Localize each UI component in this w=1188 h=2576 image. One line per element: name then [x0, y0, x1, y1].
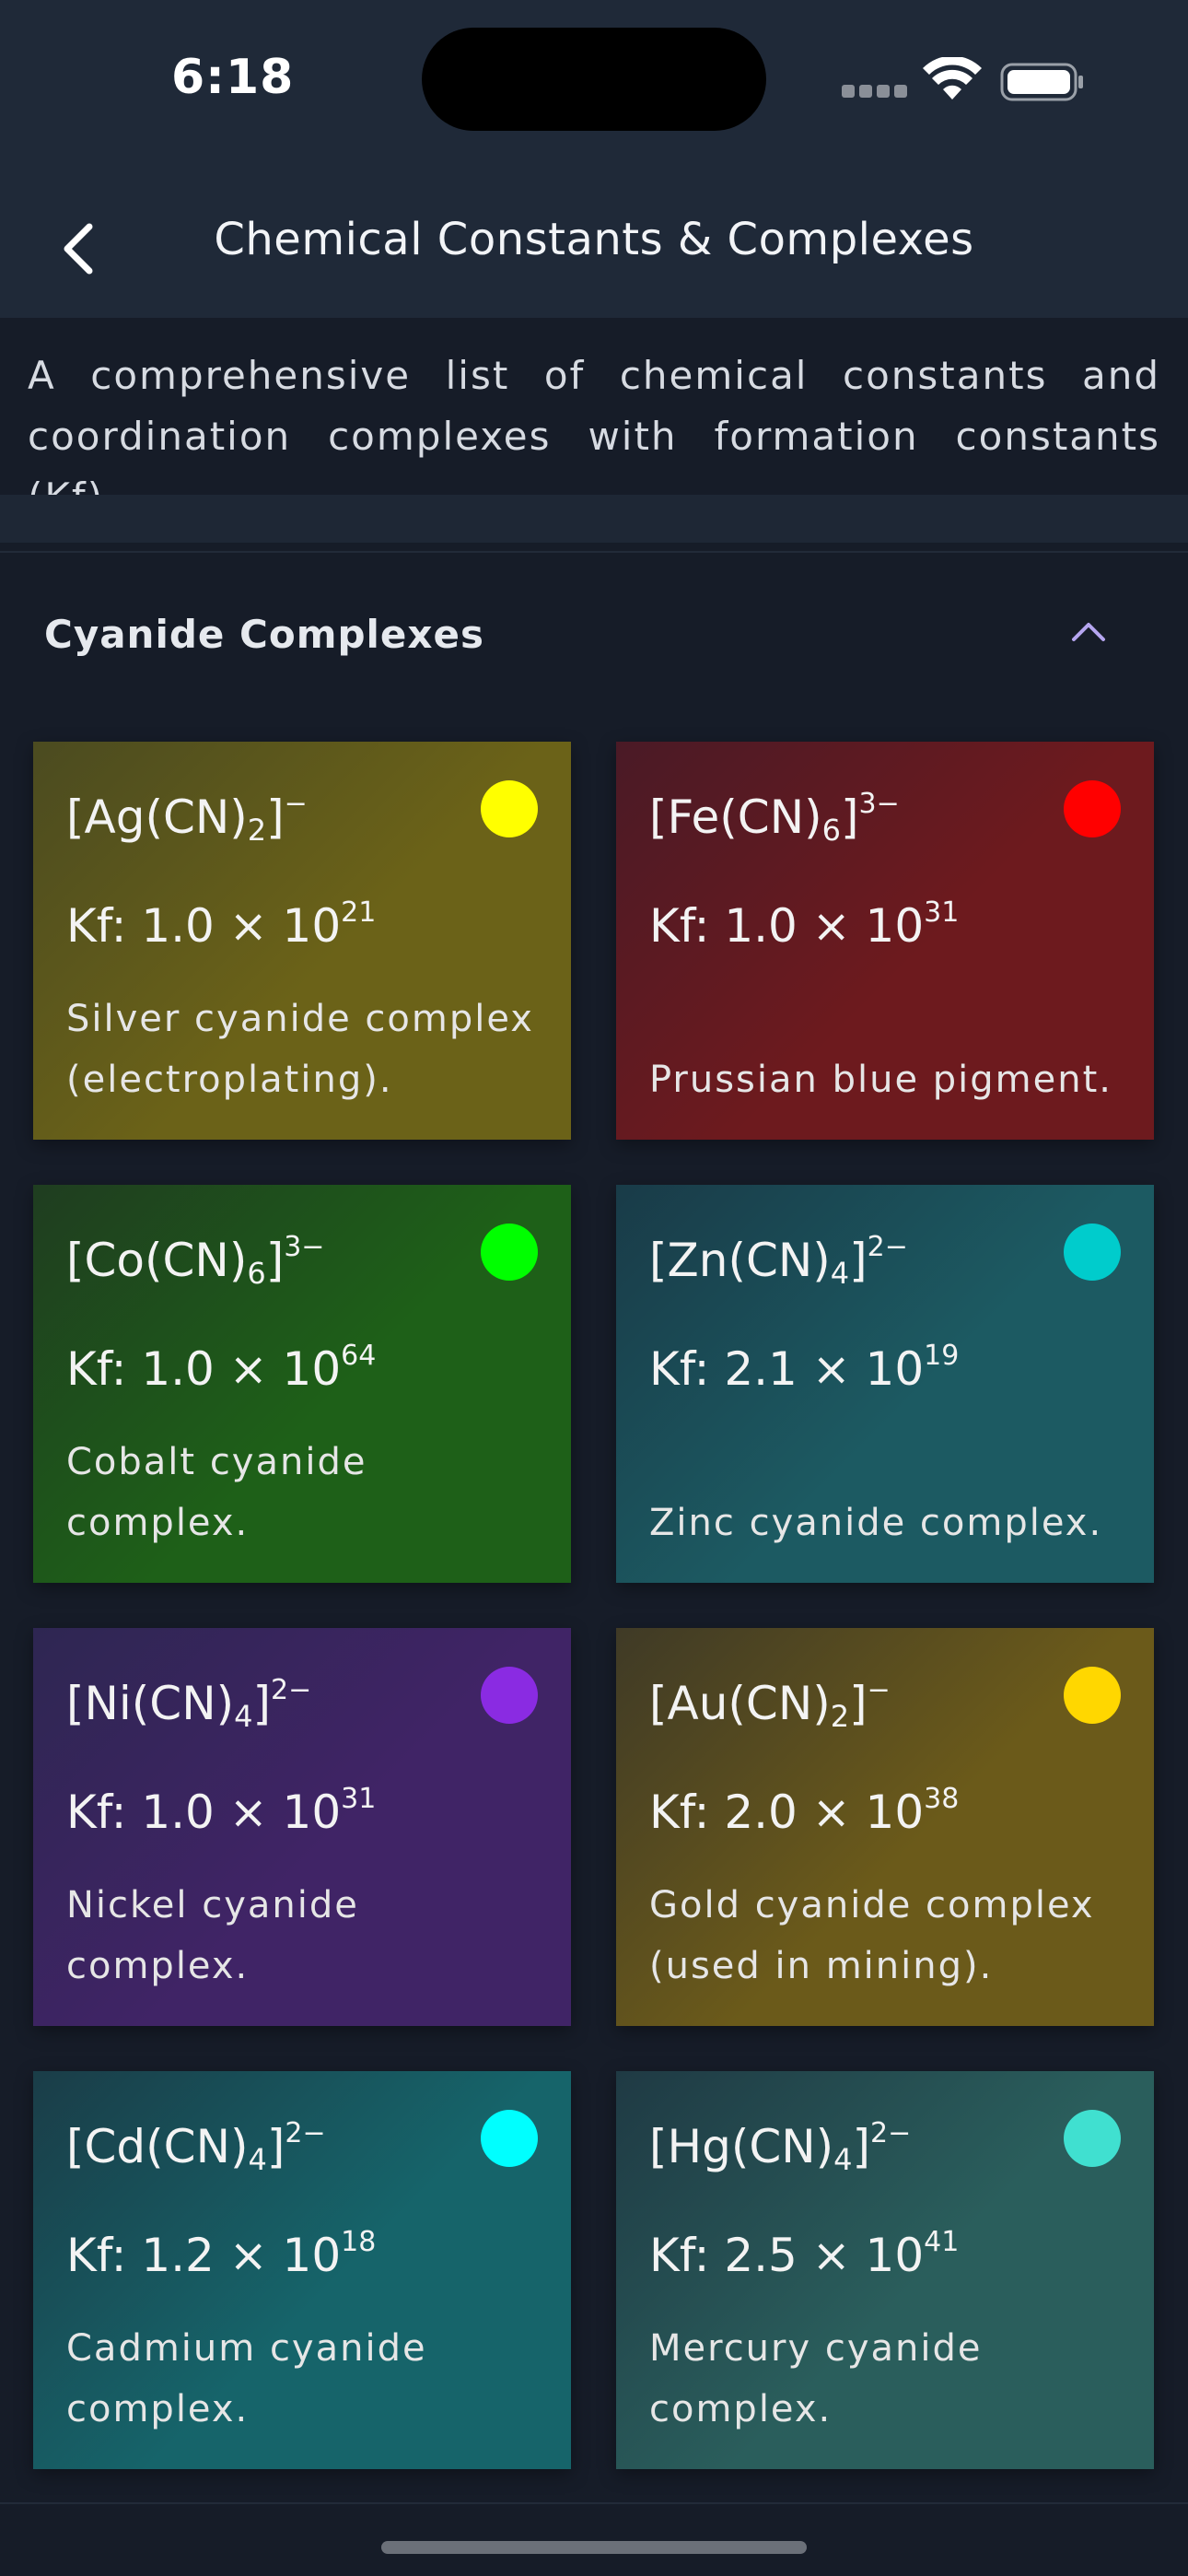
kf-exponent: 31: [341, 1783, 377, 1815]
kf-exponent: 21: [341, 896, 377, 929]
ligand-count: 6: [821, 813, 841, 848]
kf-exponent: 41: [924, 2226, 960, 2258]
kf-exponent: 31: [924, 896, 960, 929]
complex-description: Zinc cyanide complex.: [649, 1502, 1103, 1544]
dynamic-island: [422, 28, 766, 131]
complex-formula: [Ag(CN)2]−: [66, 788, 308, 848]
ligand-count: 4: [248, 2142, 267, 2177]
complex-charge: −: [867, 1674, 891, 1706]
formation-constant: Kf: 1.0 × 1021: [66, 896, 377, 953]
kf-exponent: 64: [341, 1340, 377, 1372]
page-title: Chemical Constants & Complexes: [214, 214, 974, 265]
battery-icon: [1000, 63, 1083, 101]
chevron-up-icon[interactable]: [1066, 610, 1111, 654]
complex-formula: [Zn(CN)4]2−: [649, 1231, 908, 1291]
status-bar: 6:18: [0, 0, 1188, 175]
complex-description: Nickel cyanide complex.: [66, 1884, 359, 1987]
ligand-count: 4: [830, 1256, 850, 1291]
description-panel: A comprehensive list of chemical constan…: [0, 318, 1188, 520]
complex-charge: 3−: [858, 788, 900, 820]
color-indicator-dot: [481, 1667, 538, 1724]
complex-description: Cobalt cyanide complex.: [66, 1441, 367, 1544]
divider: [0, 495, 1188, 543]
complex-card-co[interactable]: [Co(CN)6]3− Kf: 1.0 × 1064 Cobalt cyanide …: [33, 1185, 571, 1583]
wifi-icon: [923, 57, 982, 100]
complex-card-hg[interactable]: [Hg(CN)4]2− Kf: 2.5 × 1041 Mercury cyanide…: [616, 2071, 1154, 2469]
home-indicator[interactable]: [381, 2541, 807, 2554]
divider-line: [0, 2502, 1188, 2504]
app-header: Chemical Constants & Complexes: [0, 175, 1188, 318]
complex-charge: 3−: [284, 1231, 325, 1263]
complex-charge: 2−: [867, 1231, 908, 1263]
complex-charge: 2−: [271, 1674, 312, 1706]
complex-card-fe[interactable]: [Fe(CN)6]3− Kf: 1.0 × 1031 Prussian blue p…: [616, 742, 1154, 1140]
complex-card-ni[interactable]: [Ni(CN)4]2− Kf: 1.0 × 1031 Nickel cyanide …: [33, 1628, 571, 2026]
formation-constant: Kf: 2.0 × 1038: [649, 1783, 960, 1839]
complex-card-ag[interactable]: [Ag(CN)2]− Kf: 1.0 × 1021 Silver cyanide c…: [33, 742, 571, 1140]
formation-constant: Kf: 2.1 × 1019: [649, 1340, 960, 1396]
cellular-signal-icon: [842, 85, 907, 98]
complex-description: Prussian blue pigment.: [649, 1059, 1112, 1101]
kf-exponent: 38: [924, 1783, 960, 1815]
divider-line: [0, 551, 1188, 553]
formation-constant: Kf: 1.0 × 1064: [66, 1340, 377, 1396]
color-indicator-dot: [481, 2110, 538, 2167]
formation-constant: Kf: 1.0 × 1031: [66, 1783, 377, 1839]
complex-card-cd[interactable]: [Cd(CN)4]2− Kf: 1.2 × 1018 Cadmium cyanide…: [33, 2071, 571, 2469]
status-time: 6:18: [171, 50, 295, 105]
complex-description: Mercury cyanide complex.: [649, 2327, 983, 2430]
complex-formula: [Hg(CN)4]2−: [649, 2117, 912, 2177]
chevron-left-icon: [64, 223, 93, 275]
ligand-count: 4: [833, 2142, 853, 2177]
formation-constant: Kf: 1.2 × 1018: [66, 2226, 377, 2282]
back-button[interactable]: [46, 207, 111, 290]
section-title: Cyanide Complexes: [44, 612, 484, 657]
complex-formula: [Cd(CN)4]2−: [66, 2117, 326, 2177]
complex-formula: [Ni(CN)4]2−: [66, 1674, 312, 1734]
complex-charge: 2−: [870, 2117, 912, 2149]
kf-exponent: 18: [341, 2226, 377, 2258]
complex-formula: [Au(CN)2]−: [649, 1674, 891, 1734]
ligand-count: 6: [247, 1256, 266, 1291]
complex-description: Silver cyanide complex (electroplating).: [66, 998, 534, 1101]
complex-card-zn[interactable]: [Zn(CN)4]2− Kf: 2.1 × 1019 Zinc cyanide co…: [616, 1185, 1154, 1583]
complex-charge: 2−: [285, 2117, 326, 2149]
section-header-cyanide-complexes[interactable]: Cyanide Complexes: [0, 571, 1188, 709]
color-indicator-dot: [481, 1224, 538, 1281]
formation-constant: Kf: 2.5 × 1041: [649, 2226, 960, 2282]
ligand-count: 2: [247, 813, 267, 848]
kf-exponent: 19: [924, 1340, 960, 1372]
color-indicator-dot: [1064, 1667, 1121, 1724]
complex-formula: [Co(CN)6]3−: [66, 1231, 325, 1291]
ligand-count: 4: [234, 1699, 253, 1734]
complex-description: Gold cyanide complex (used in mining).: [649, 1884, 1095, 1987]
color-indicator-dot: [1064, 1224, 1121, 1281]
color-indicator-dot: [1064, 2110, 1121, 2167]
complex-formula: [Fe(CN)6]3−: [649, 788, 900, 848]
formation-constant: Kf: 1.0 × 1031: [649, 896, 960, 953]
complex-charge: −: [284, 788, 308, 820]
complex-card-au[interactable]: [Au(CN)2]− Kf: 2.0 × 1038 Gold cyanide com…: [616, 1628, 1154, 2026]
color-indicator-dot: [1064, 780, 1121, 837]
complex-description: Cadmium cyanide complex.: [66, 2327, 427, 2430]
color-indicator-dot: [481, 780, 538, 837]
ligand-count: 2: [830, 1699, 850, 1734]
